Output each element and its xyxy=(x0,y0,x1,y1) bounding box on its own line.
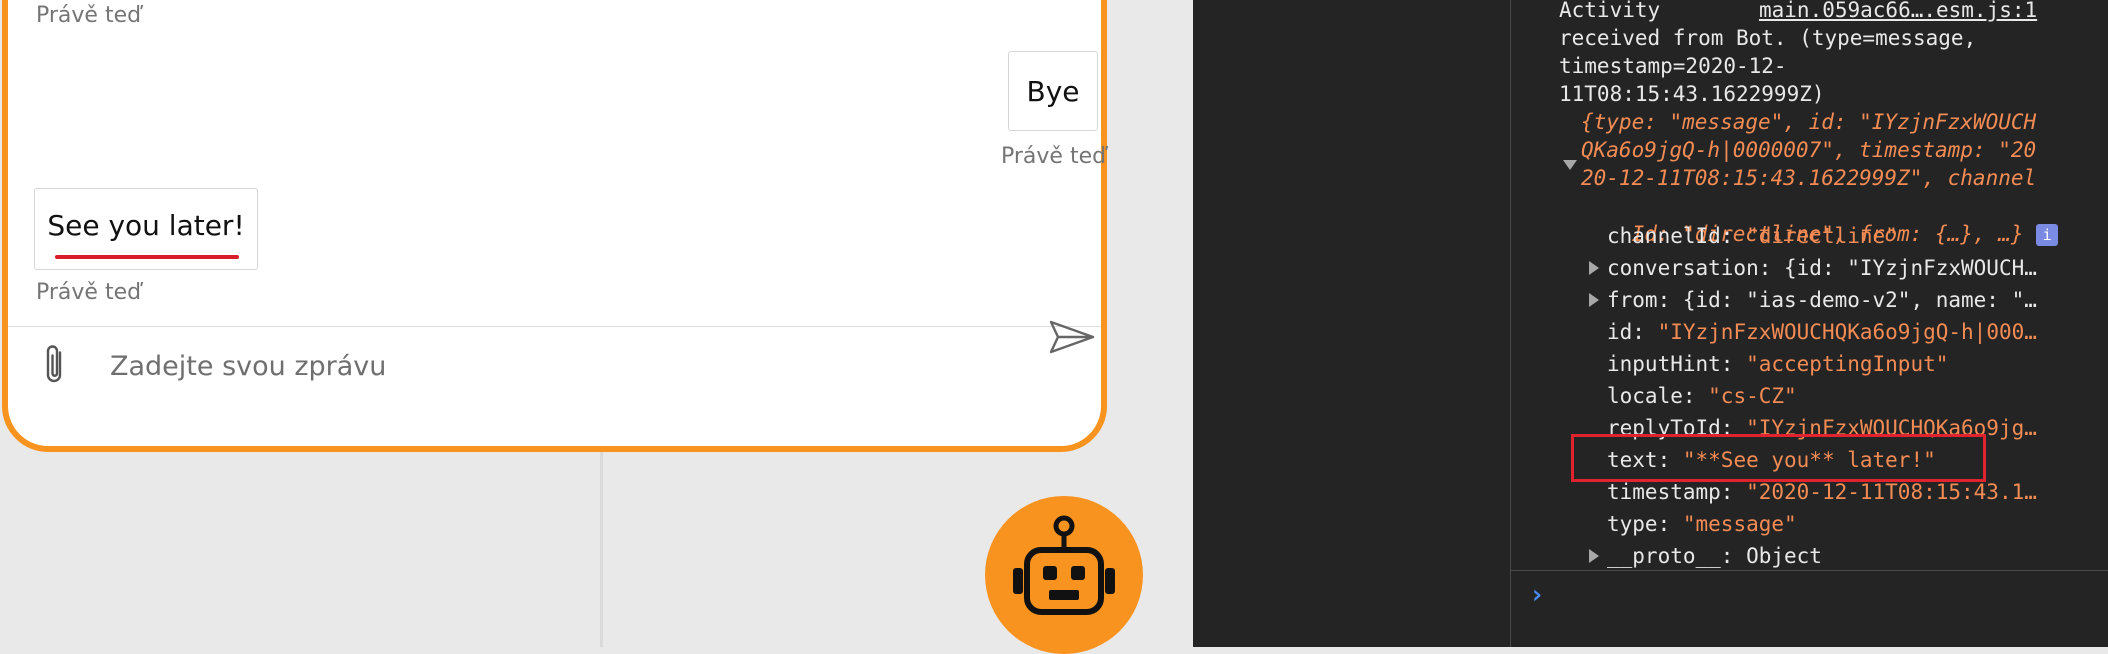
console-prompt-icon[interactable]: › xyxy=(1529,580,1545,610)
page-edge xyxy=(600,452,603,647)
send-icon[interactable] xyxy=(1048,318,1096,356)
message-input[interactable] xyxy=(108,340,1012,392)
object-summary[interactable]: QKa6o9jgQ-h|0000007", timestamp: "20 xyxy=(1581,136,2036,164)
log-message: timestamp=2020-12- xyxy=(1559,54,1787,78)
console-divider xyxy=(1511,570,2108,571)
bot-launcher-button[interactable] xyxy=(985,496,1143,654)
bot-message-bubble: See you later! xyxy=(34,188,258,270)
user-message-bubble: Bye xyxy=(1008,51,1098,131)
property-from[interactable]: from: {id: "ias-demo-v2", name: "… xyxy=(1607,286,2037,314)
property-type[interactable]: type: "message" xyxy=(1607,510,1797,538)
input-divider xyxy=(8,326,1101,327)
annotation-underline xyxy=(55,255,239,259)
info-icon[interactable]: i xyxy=(2036,224,2059,246)
message-timestamp: Právě teď xyxy=(1001,144,1107,169)
chat-pane: Právě teď Bye Právě teď See you later! P… xyxy=(0,0,1193,654)
message-timestamp: Právě teď xyxy=(36,3,142,28)
expand-toggle-icon[interactable] xyxy=(1589,549,1599,563)
property-timestamp[interactable]: timestamp: "2020-12-11T08:15:43.1… xyxy=(1607,478,2037,506)
highlight-annotation xyxy=(1571,434,1986,482)
property-channelid[interactable]: channelId: "directline" xyxy=(1607,222,1898,250)
devtools-console: Activity main.059ac66….esm.js:1 received… xyxy=(1510,0,2108,647)
log-message: received from Bot. (type=message, xyxy=(1559,26,1977,50)
property-inputhint[interactable]: inputHint: "acceptingInput" xyxy=(1607,350,1948,378)
object-summary[interactable]: {type: "message", id: "IYzjnFzxWOUCH xyxy=(1581,108,2036,136)
paperclip-icon[interactable] xyxy=(36,342,72,390)
property-conversation[interactable]: conversation: {id: "IYzjnFzxWOUCH… xyxy=(1607,254,2037,282)
message-timestamp: Právě teď xyxy=(36,280,142,305)
message-text: See you later! xyxy=(47,208,245,242)
expand-toggle-icon[interactable] xyxy=(1589,293,1599,307)
property-locale[interactable]: locale: "cs-CZ" xyxy=(1607,382,1797,410)
collapse-toggle-icon[interactable] xyxy=(1563,160,1577,170)
chat-window: Právě teď Bye Právě teď See you later! P… xyxy=(2,0,1107,452)
message-text: Bye xyxy=(1026,74,1080,108)
source-link[interactable]: main.059ac66….esm.js:1 xyxy=(1759,0,2037,24)
devtools-gutter xyxy=(1193,0,1510,647)
robot-icon xyxy=(1013,515,1115,615)
property-id[interactable]: id: "IYzjnFzxWOUCHQKa6o9jgQ-h|000… xyxy=(1607,318,2037,346)
expand-toggle-icon[interactable] xyxy=(1589,261,1599,275)
log-message: 11T08:15:43.1622999Z) xyxy=(1559,82,1825,106)
property-proto[interactable]: __proto__: Object xyxy=(1607,542,1822,570)
log-label: Activity xyxy=(1559,0,1661,22)
object-summary[interactable]: 20-12-11T08:15:43.1622999Z", channel xyxy=(1581,164,2036,192)
